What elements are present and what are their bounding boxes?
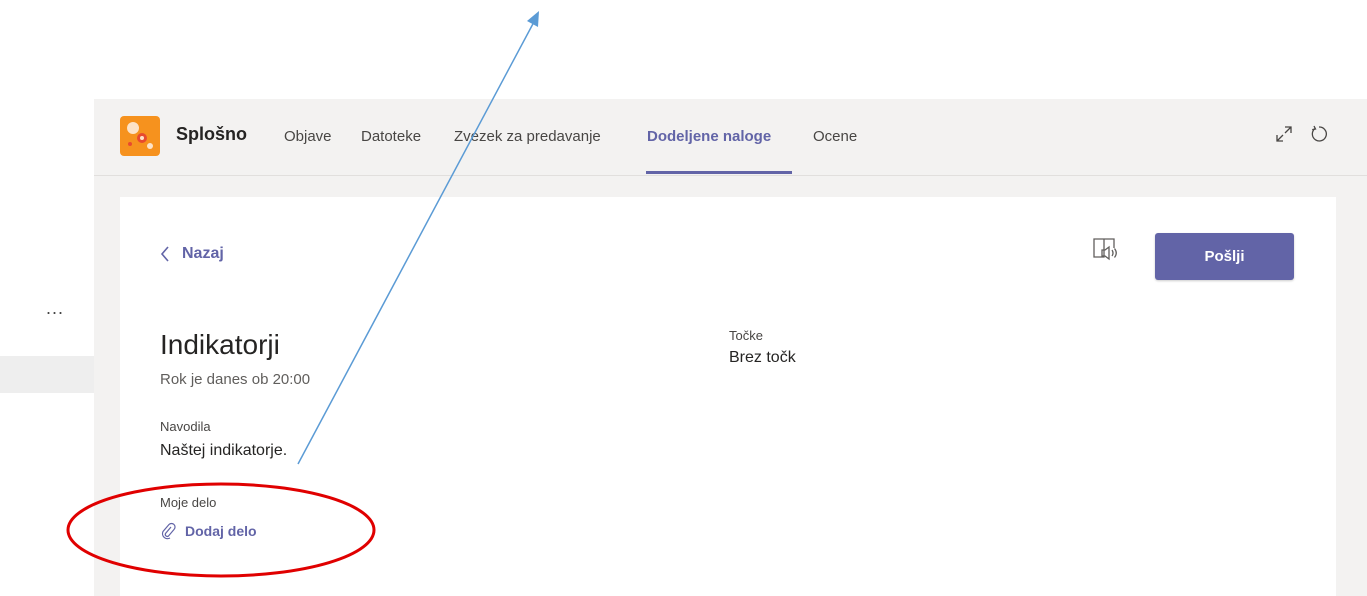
immersive-reader-icon[interactable] [1090,234,1120,264]
expand-icon[interactable] [1274,124,1294,144]
tab-zvezek-za-predavanje[interactable]: Zvezek za predavanje [454,128,601,145]
annotation-arrowhead [527,11,539,27]
points-label: Točke [729,328,763,343]
due-date: Rok je danes ob 20:00 [160,371,311,388]
chevron-left-icon [160,246,169,262]
send-button[interactable]: Pošlji [1155,233,1294,280]
assignment-card: Nazaj Pošlji Indikatorji Rok je danes ob… [120,197,1336,596]
instructions-label: Navodila [160,419,211,434]
channel-header: Splošno Objave Datoteke Zvezek za predav… [94,99,1367,176]
refresh-icon[interactable] [1309,124,1329,144]
my-work-label: Moje delo [160,495,217,510]
more-options-icon[interactable]: ... [46,298,64,319]
active-tab-indicator [646,171,792,174]
paperclip-icon [161,522,176,540]
sidebar-selected-item[interactable] [0,356,94,393]
team-avatar [120,116,160,156]
add-work-button[interactable]: Dodaj delo [160,522,257,540]
back-link[interactable]: Nazaj [160,245,224,263]
points-value: Brez točk [729,349,796,366]
tab-dodeljene-naloge[interactable]: Dodeljene naloge [647,128,771,145]
team-name: Splošno [176,124,247,144]
back-label: Nazaj [182,245,224,262]
tab-objave[interactable]: Objave [284,128,332,145]
tab-datoteke[interactable]: Datoteke [361,128,421,145]
tab-ocene[interactable]: Ocene [813,128,857,145]
assignment-title: Indikatorji [160,329,280,360]
add-work-label: Dodaj delo [185,523,257,539]
instructions-text: Naštej indikatorje. [160,442,288,459]
